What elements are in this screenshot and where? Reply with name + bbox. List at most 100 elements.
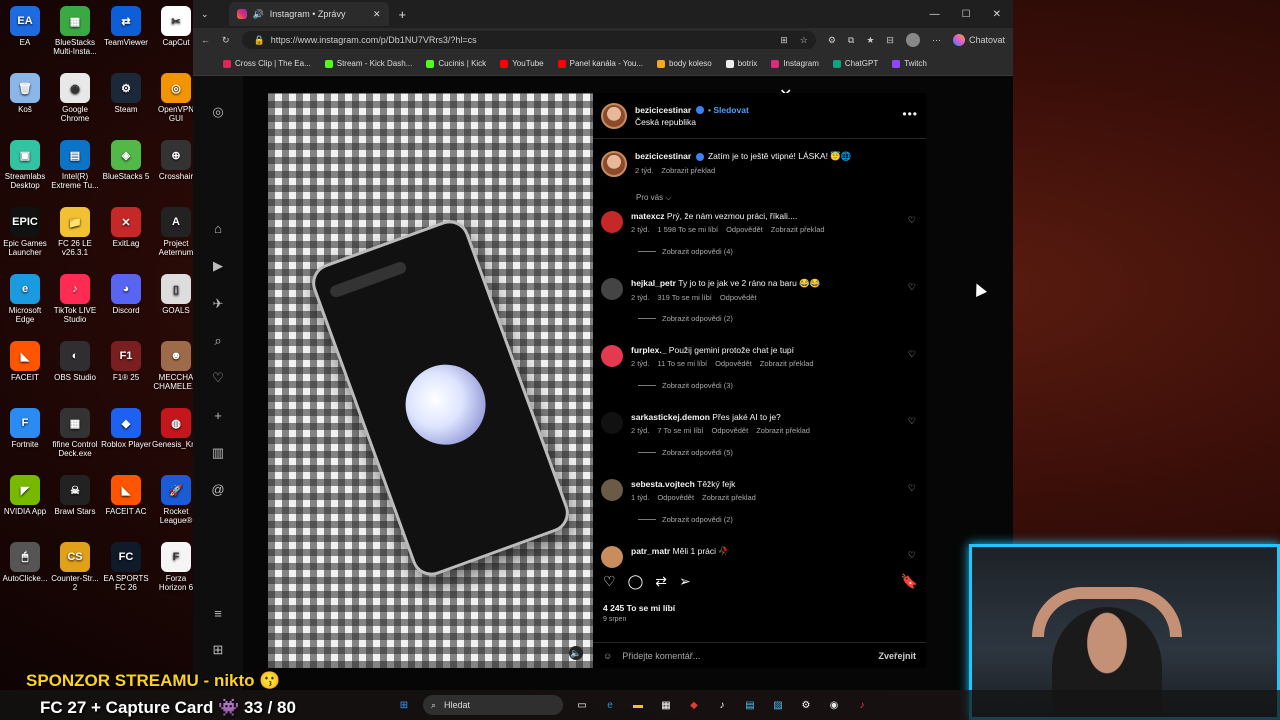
favorite-link[interactable]: body koleso [657, 59, 712, 68]
desktop-icon[interactable]: ⚙ Steam [101, 73, 151, 114]
desktop-icon[interactable]: EA EA [0, 6, 50, 47]
emoji-icon[interactable]: ☺ [603, 651, 612, 661]
task-view-icon[interactable]: ▭ [573, 696, 591, 714]
comment-like-icon[interactable]: ♡ [908, 282, 916, 293]
tiktok-live-taskbar-icon[interactable]: ♪ [853, 696, 871, 714]
close-window-button[interactable]: ✕ [993, 9, 1001, 20]
desktop-icon[interactable]: ☠ Brawl Stars [50, 475, 100, 516]
tiktok-taskbar-icon[interactable]: ♪ [713, 696, 731, 714]
comment-like-icon[interactable]: ♡ [908, 550, 916, 561]
post-comment-button[interactable]: Zveřejnit [878, 651, 916, 661]
comment-like-icon[interactable]: ♡ [908, 349, 916, 360]
extensions-icon[interactable]: ⚙ [828, 35, 836, 46]
desktop-icon[interactable]: F1 F1® 25 [101, 341, 151, 382]
close-tab-icon[interactable]: ✕ [373, 9, 381, 20]
likes-count[interactable]: 4 245 To se mi líbí [603, 603, 675, 613]
search-icon[interactable]: ⌕ [210, 333, 226, 349]
translate-link[interactable]: Zobrazit překlad [760, 359, 814, 368]
desktop-icon[interactable]: F Fortnite [0, 408, 50, 449]
new-tab-button[interactable]: + [399, 7, 407, 22]
view-replies-link[interactable]: Zobrazit odpovědi (3) [638, 381, 733, 390]
minimize-button[interactable]: — [930, 9, 940, 20]
favorite-link[interactable]: Twitch [892, 59, 927, 68]
desktop-icon[interactable]: FC EA SPORTS FC 26 [101, 542, 151, 592]
desktop-icon[interactable]: ◤ NVIDIA App [0, 475, 50, 516]
desktop-icon[interactable]: ▣ Streamlabs Desktop [0, 140, 50, 190]
favorite-star-icon[interactable]: ☆ [800, 35, 808, 46]
start-icon[interactable]: ⊞ [395, 696, 413, 714]
tab-actions-icon[interactable]: ⌄ [201, 9, 209, 20]
messages-icon[interactable]: ✈ [210, 296, 226, 312]
desktop-icon[interactable]: ◕ Discord [101, 274, 151, 315]
comment-like-icon[interactable]: ♡ [908, 416, 916, 427]
caption-author[interactable]: bezicicestinar [635, 151, 691, 161]
caption-translate[interactable]: Zobrazit překlad [661, 166, 715, 175]
commenter-avatar[interactable] [601, 278, 623, 300]
favorite-link[interactable]: botrix [725, 59, 757, 68]
copilot-button[interactable]: Chatovat [952, 34, 1005, 46]
author-avatar[interactable] [601, 102, 627, 129]
comment-likes[interactable]: 1 598 To se mi líbí [657, 225, 718, 234]
desktop-icon[interactable]: ▤ Intel(R) Extreme Tu... [50, 140, 100, 190]
mute-icon[interactable]: 🔈 [569, 646, 583, 660]
reply-button[interactable]: Odpovědět [711, 426, 748, 435]
comment-icon[interactable]: ◯ [628, 573, 644, 590]
comment-like-icon[interactable]: ♡ [908, 215, 916, 226]
desktop-icon[interactable]: 🗑 Koš [0, 73, 50, 114]
desktop-icon[interactable]: ♪ TikTok LIVE Studio [50, 274, 100, 324]
dashboard-icon[interactable]: ▥ [210, 445, 226, 461]
instagram-logo-icon[interactable]: ◎ [210, 104, 226, 120]
photos-taskbar-icon[interactable]: ▨ [769, 696, 787, 714]
view-replies-link[interactable]: Zobrazit odpovědi (4) [638, 247, 733, 256]
notifications-icon[interactable]: ♡ [210, 370, 226, 386]
create-icon[interactable]: + [210, 408, 226, 424]
tab-instagram[interactable]: 🔊 Instagram • Zprávy ✕ [228, 2, 389, 26]
desktop-icon[interactable]: ◉ Google Chrome [50, 73, 100, 123]
desktop-icon[interactable]: 🖱 AutoClicke... [0, 542, 50, 583]
speaker-icon[interactable]: 🔊 [253, 9, 264, 20]
comment-input[interactable]: Přidejte komentář... [622, 651, 700, 661]
desktop-icon[interactable]: ◣ FACEIT AC [101, 475, 151, 516]
more-options-icon[interactable]: ••• [902, 107, 918, 121]
desktop-icon[interactable]: ▦ BlueStacks Multi-Insta... [50, 6, 100, 56]
reels-icon[interactable]: ▶ [210, 258, 226, 274]
also-from-meta-icon[interactable]: ⊞ [210, 642, 226, 658]
explorer-taskbar-icon[interactable]: ▬ [629, 696, 647, 714]
refresh-icon[interactable]: ↻ [222, 35, 230, 46]
comment-like-icon[interactable]: ♡ [908, 483, 916, 494]
location[interactable]: Česká republika [635, 116, 749, 128]
commenter-avatar[interactable] [601, 412, 623, 434]
commenter-name[interactable]: matexcz [631, 211, 667, 221]
view-replies-link[interactable]: Zobrazit odpovědi (2) [638, 314, 733, 323]
desktop-icon[interactable]: ▦ fifine Control Deck.exe [50, 408, 100, 458]
post-photo[interactable] [268, 93, 593, 668]
reply-button[interactable]: Odpovědět [720, 293, 757, 302]
desktop-icon[interactable]: e Microsoft Edge [0, 274, 50, 324]
favorite-link[interactable]: ChatGPT [832, 59, 878, 68]
desktop-icon[interactable]: ◐ OBS Studio [50, 341, 100, 382]
reply-button[interactable]: Odpovědět [657, 493, 694, 502]
desktop-icon[interactable]: ◈ BlueStacks 5 [101, 140, 151, 181]
view-replies-link[interactable]: Zobrazit odpovědi (2) [638, 515, 733, 524]
favorites-icon[interactable]: ★ [866, 35, 874, 46]
favorite-link[interactable]: Cucinis | Kick [426, 59, 486, 68]
desktop-icon[interactable]: 📁 FC 26 LE v26.3.1 [50, 207, 100, 257]
view-replies-link[interactable]: Zobrazit odpovědi (5) [638, 448, 733, 457]
favorite-link[interactable]: Instagram [771, 59, 819, 68]
desktop-icon[interactable]: ◣ FACEIT [0, 341, 50, 382]
desktop-icon[interactable]: CS Counter-Str... 2 [50, 542, 100, 592]
threads-icon[interactable]: @ [210, 482, 226, 498]
favorite-link[interactable]: Stream - Kick Dash... [324, 59, 412, 68]
comment-likes[interactable]: 319 To se mi líbí [657, 293, 711, 302]
steam-taskbar-icon[interactable]: ⚙ [797, 696, 815, 714]
edge-taskbar-icon[interactable]: e [601, 696, 619, 714]
menu-icon[interactable]: ⋯ [932, 35, 941, 46]
commenter-name[interactable]: sebesta.vojtech [631, 479, 697, 489]
split-screen-icon[interactable]: ⧉ [848, 35, 854, 46]
comment-likes[interactable]: 11 To se mi líbí [657, 359, 707, 368]
commenter-avatar[interactable] [601, 211, 623, 233]
commenter-name[interactable]: hejkal_petr [631, 278, 678, 288]
save-icon[interactable]: 🔖 [901, 573, 918, 590]
like-icon[interactable]: ♡ [603, 573, 616, 590]
translate-link[interactable]: Zobrazit překlad [702, 493, 756, 502]
